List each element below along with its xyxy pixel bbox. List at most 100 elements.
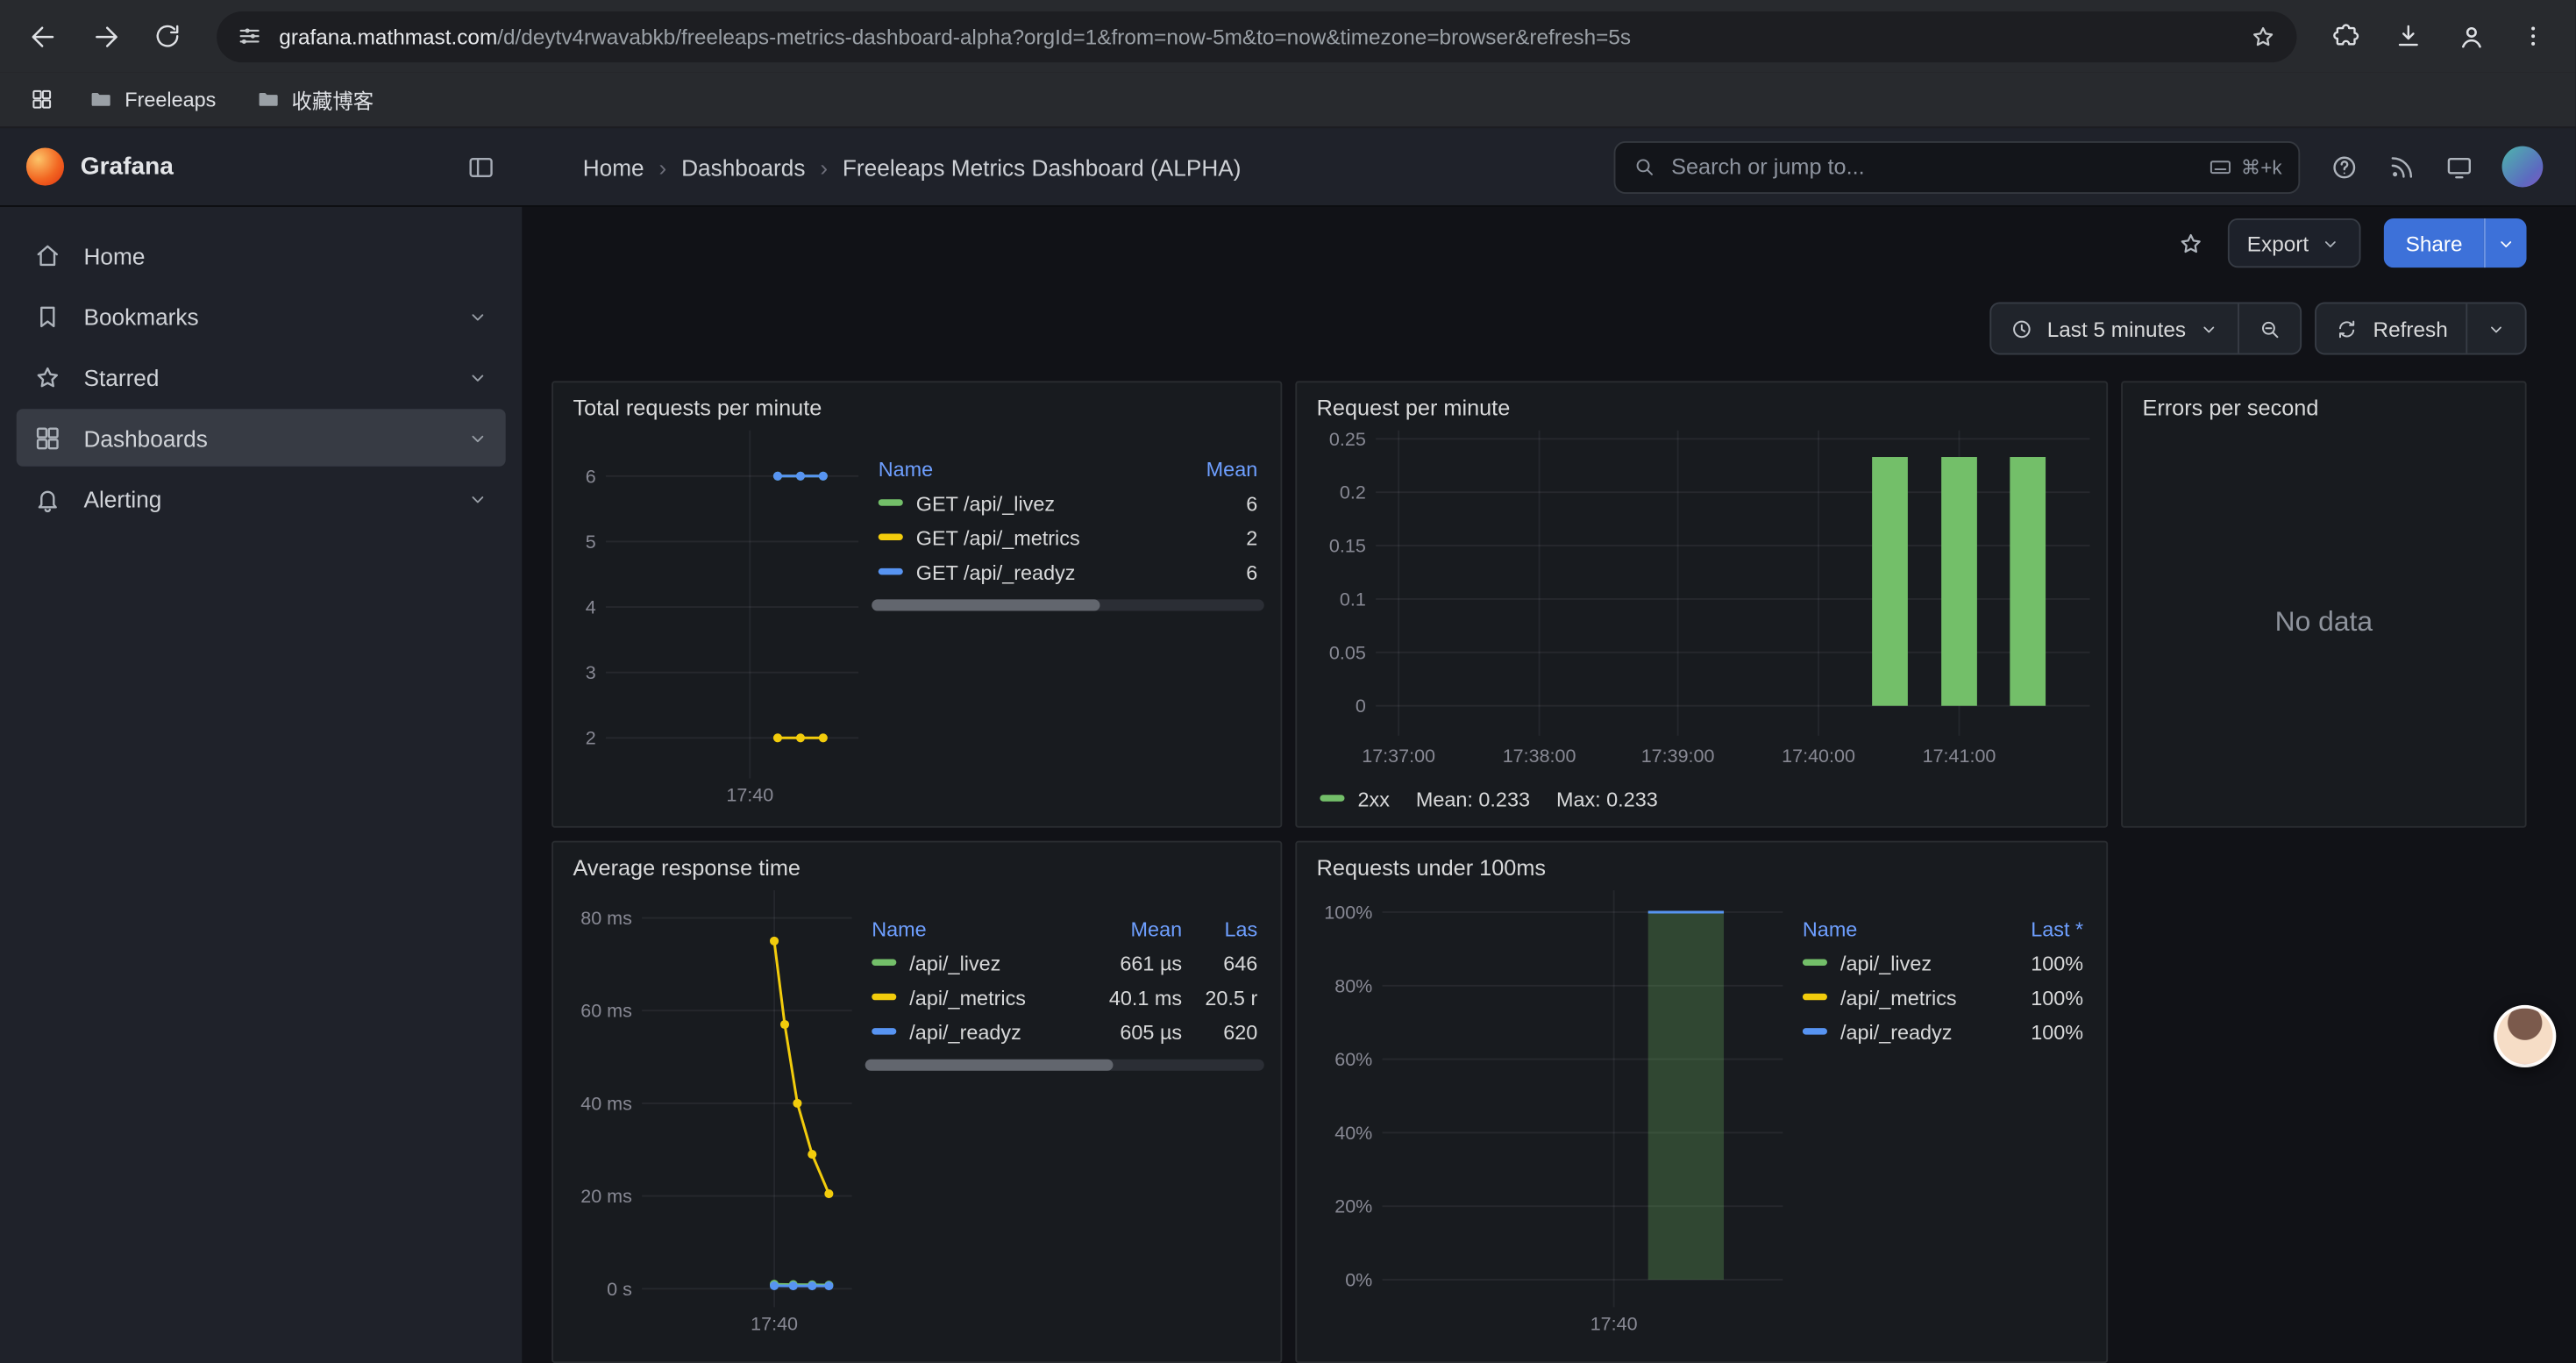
bookmark-folder-freeleaps[interactable]: Freeleaps: [75, 81, 229, 118]
chevron-down-icon[interactable]: [466, 487, 489, 510]
time-range-button[interactable]: Last 5 minutes: [1991, 303, 2238, 353]
legend-row[interactable]: GET /api/_metrics2: [872, 521, 1264, 555]
extensions-button[interactable]: [2320, 10, 2373, 62]
forward-button[interactable]: [79, 10, 132, 62]
chevron-down-icon: [2199, 318, 2220, 339]
legend-cell: /api/_livez: [1796, 946, 1995, 981]
back-button[interactable]: [17, 10, 69, 62]
refresh-button[interactable]: Refresh: [2317, 303, 2466, 353]
breadcrumb: Home › Dashboards › Freeleaps Metrics Da…: [583, 153, 1242, 180]
share-button[interactable]: Share: [2384, 218, 2484, 268]
request-per-minute-chart[interactable]: 0.250.20.150.10.05017:37:0017:38:0017:39…: [1313, 431, 2090, 769]
panel-title[interactable]: Request per minute: [1317, 396, 2090, 420]
legend-row[interactable]: /api/_readyz605 µs620: [865, 1015, 1264, 1049]
panel-errors-per-second: Errors per second No data: [2121, 381, 2526, 827]
site-info-icon[interactable]: [237, 23, 263, 49]
apps-grid-icon: [29, 87, 53, 111]
legend-header[interactable]: Name: [1796, 913, 1995, 946]
legend-row[interactable]: /api/_livez100%: [1796, 946, 2089, 981]
average-response-chart[interactable]: 80 ms60 ms40 ms20 ms0 s17:40: [570, 890, 852, 1337]
panel-row-2: Average response time 80 ms60 ms40 ms20 …: [551, 841, 2526, 1363]
legend-row[interactable]: /api/_metrics40.1 ms20.5 r: [865, 981, 1264, 1015]
search-input[interactable]: Search or jump to... ⌘+k: [1614, 140, 2301, 193]
sidebar-toggle-button[interactable]: [466, 152, 496, 182]
legend-cell: 100%: [1995, 946, 2090, 981]
legend-scrollbar[interactable]: [865, 1060, 1264, 1071]
favorite-dashboard-button[interactable]: [2176, 229, 2204, 257]
url-domain: grafana.mathmast.com: [279, 24, 497, 48]
apps-grid-button[interactable]: [19, 78, 62, 121]
profile-button[interactable]: [2444, 10, 2497, 62]
svg-text:17:40: 17:40: [726, 785, 773, 806]
user-avatar-button[interactable]: [2502, 146, 2544, 188]
assistant-avatar[interactable]: [2494, 1005, 2556, 1067]
svg-text:40%: 40%: [1334, 1123, 1372, 1144]
star-icon: [32, 362, 62, 392]
legend-row[interactable]: GET /api/_readyz6: [872, 555, 1264, 589]
sidebar-item-starred[interactable]: Starred: [17, 348, 506, 406]
downloads-button[interactable]: [2382, 10, 2435, 62]
panel-title[interactable]: Average response time: [573, 856, 1263, 881]
legend-cell: /api/_readyz: [1796, 1015, 1995, 1049]
chevron-down-icon: [2320, 232, 2341, 253]
legend-series[interactable]: 2xx: [1320, 789, 1389, 811]
sidebar-item-home[interactable]: Home: [17, 226, 506, 284]
bookmark-folder-blogs[interactable]: 收藏博客: [242, 77, 387, 122]
sidebar-item-alerting[interactable]: Alerting: [17, 470, 506, 528]
grafana-header: Grafana Home › Dashboards › Freeleaps Me…: [0, 128, 2576, 207]
legend-header[interactable]: Name: [865, 913, 1093, 946]
series-color-dash: [872, 994, 896, 1000]
url-text: grafana.mathmast.com/d/deytv4rwavabkb/fr…: [279, 24, 2232, 48]
legend-header[interactable]: Last *: [1995, 913, 2090, 946]
folder-icon: [89, 87, 113, 111]
zoom-out-button[interactable]: [2238, 303, 2301, 353]
panel-title[interactable]: Total requests per minute: [573, 396, 1263, 420]
chevron-down-icon[interactable]: [466, 366, 489, 389]
legend-row[interactable]: /api/_metrics100%: [1796, 981, 2089, 1015]
refresh-label: Refresh: [2373, 316, 2447, 340]
series-color-dash: [879, 500, 903, 506]
breadcrumb-dashboards[interactable]: Dashboards: [681, 153, 805, 180]
scrollbar-thumb[interactable]: [865, 1060, 1113, 1071]
sidebar-item-label: Alerting: [83, 485, 161, 511]
scrollbar-thumb[interactable]: [872, 599, 1099, 610]
sidebar-item-bookmarks[interactable]: Bookmarks: [17, 288, 506, 346]
url-bar[interactable]: grafana.mathmast.com/d/deytv4rwavabkb/fr…: [217, 11, 2296, 61]
share-dropdown-button[interactable]: [2484, 218, 2527, 268]
legend-row[interactable]: /api/_livez661 µs646: [865, 946, 1264, 981]
svg-text:0%: 0%: [1345, 1269, 1372, 1290]
grafana-logo[interactable]: [26, 148, 64, 186]
news-button[interactable]: [2387, 152, 2416, 182]
panel-title[interactable]: Errors per second: [2142, 396, 2508, 420]
legend-header[interactable]: Las: [1189, 913, 1264, 946]
dashboard-toolbar: Export Share: [551, 217, 2526, 269]
legend-row[interactable]: GET /api/_livez6: [872, 486, 1264, 520]
legend-header[interactable]: Name: [872, 453, 1169, 486]
help-icon: [2330, 152, 2359, 182]
chevron-down-icon[interactable]: [466, 304, 489, 327]
under-100ms-chart[interactable]: 100%80%60%40%20%0%17:40: [1313, 890, 1783, 1337]
chevron-down-icon[interactable]: [466, 426, 489, 449]
help-button[interactable]: [2330, 152, 2359, 182]
legend-header[interactable]: Mean: [1169, 453, 1264, 486]
panel-title[interactable]: Requests under 100ms: [1317, 856, 2090, 881]
legend-scrollbar[interactable]: [872, 599, 1264, 610]
series-color-dash: [1803, 960, 1827, 966]
refresh-interval-dropdown[interactable]: [2466, 303, 2524, 353]
total-requests-chart[interactable]: 6543217:40: [570, 431, 859, 809]
bookmark-star-icon[interactable]: [2249, 22, 2277, 50]
svg-text:20%: 20%: [1334, 1196, 1372, 1217]
legend-row[interactable]: /api/_readyz100%: [1796, 1015, 2089, 1049]
legend-header[interactable]: Mean: [1093, 913, 1189, 946]
browser-menu-button[interactable]: [2507, 10, 2559, 62]
puzzle-icon: [2331, 21, 2361, 51]
reload-button[interactable]: [141, 10, 194, 62]
series-color-dash: [1803, 994, 1827, 1000]
sidebar-item-label: Dashboards: [83, 425, 207, 451]
url-path: /d/deytv4rwavabkb/freeleaps-metrics-dash…: [497, 24, 1631, 48]
sidebar-item-dashboards[interactable]: Dashboards: [17, 409, 506, 467]
export-button[interactable]: Export: [2227, 218, 2361, 268]
sidebar-item-label: Bookmarks: [83, 303, 198, 329]
breadcrumb-home[interactable]: Home: [583, 153, 644, 180]
kiosk-mode-button[interactable]: [2444, 152, 2474, 182]
